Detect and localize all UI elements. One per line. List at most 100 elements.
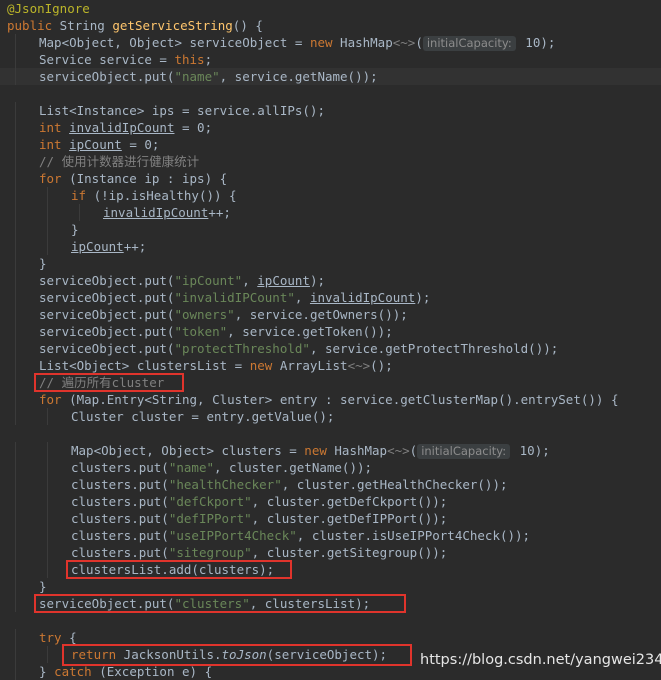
indent-guide bbox=[15, 442, 16, 459]
code-token: "defCkport" bbox=[168, 494, 252, 509]
code-token: ; bbox=[204, 52, 213, 67]
code-token: "owners" bbox=[174, 307, 235, 322]
code-token: List<Object> clustersList = bbox=[39, 358, 250, 373]
code-line: List<Object> clustersList = new ArrayLis… bbox=[0, 357, 661, 374]
code-token: serviceObject.put( bbox=[39, 324, 175, 339]
code-token: , service.getName()); bbox=[219, 69, 378, 84]
indent-guide bbox=[47, 646, 48, 663]
code-token: "name" bbox=[174, 69, 220, 84]
code-token: ++; bbox=[123, 239, 147, 254]
code-token: , service.getOwners()); bbox=[234, 307, 408, 322]
code-token: "token" bbox=[174, 324, 228, 339]
indent-guide bbox=[47, 544, 48, 561]
indent-guide bbox=[47, 527, 48, 544]
code-token: if bbox=[71, 188, 87, 203]
code-token: HashMap bbox=[326, 443, 388, 458]
code-line: @JsonIgnore bbox=[0, 0, 661, 17]
code-token: clusters.put( bbox=[71, 528, 169, 543]
indent-guide bbox=[15, 204, 16, 221]
code-token: "name" bbox=[168, 460, 214, 475]
code-token: (Instance ip : ips) { bbox=[61, 171, 228, 186]
code-token: Cluster cluster = entry.getValue(); bbox=[71, 409, 335, 424]
code-token: clusters.put( bbox=[71, 511, 169, 526]
indent-guide bbox=[15, 255, 16, 272]
code-token: ( bbox=[415, 35, 423, 50]
code-token: // 使用计数器进行健康统计 bbox=[39, 154, 200, 169]
code-token: <~> bbox=[387, 443, 410, 458]
code-token: int bbox=[39, 137, 62, 152]
code-token: invalidIpCount bbox=[103, 205, 209, 220]
code-token: , cluster.getDefCkport()); bbox=[251, 494, 448, 509]
code-line: clusters.put("useIPPort4Check", cluster.… bbox=[0, 527, 661, 544]
indent-guide bbox=[15, 306, 16, 323]
code-token: ); bbox=[415, 290, 431, 305]
indent-guide bbox=[47, 204, 48, 221]
indent-guide bbox=[15, 408, 16, 425]
indent-guide bbox=[15, 34, 16, 51]
code-line: serviceObject.put("invalidIPCount", inva… bbox=[0, 289, 661, 306]
code-token: ipCount bbox=[257, 273, 310, 288]
code-line: serviceObject.put("token", service.getTo… bbox=[0, 323, 661, 340]
code-token: , cluster.getHealthChecker()); bbox=[281, 477, 508, 492]
indent-guide bbox=[15, 238, 16, 255]
code-line: clusters.put("sitegroup", cluster.getSit… bbox=[0, 544, 661, 561]
code-line: clusters.put("defIPPort", cluster.getDef… bbox=[0, 510, 661, 527]
code-line: } bbox=[0, 221, 661, 238]
code-token: , cluster.getName()); bbox=[214, 460, 373, 475]
code-token: List<Instance> ips = service.allIPs(); bbox=[39, 103, 325, 118]
code-token: = 0; bbox=[174, 120, 213, 135]
code-token: 10); bbox=[517, 35, 556, 50]
indent-guide bbox=[15, 374, 16, 391]
indent-guide bbox=[15, 221, 16, 238]
code-line: for (Map.Entry<String, Cluster> entry : … bbox=[0, 391, 661, 408]
indent-guide bbox=[15, 68, 16, 85]
watermark-text: https://blog.csdn.net/yangwei234 bbox=[420, 652, 661, 668]
highlight-box-clusterslist-add bbox=[66, 560, 292, 579]
indent-guide bbox=[15, 646, 16, 663]
code-token: serviceObject.put( bbox=[39, 69, 175, 84]
code-line: Service service = this; bbox=[0, 51, 661, 68]
code-token: serviceObject.put( bbox=[39, 273, 175, 288]
code-line: ipCount++; bbox=[0, 238, 661, 255]
indent-guide bbox=[15, 272, 16, 289]
code-line: serviceObject.put("owners", service.getO… bbox=[0, 306, 661, 323]
code-line: clusters.put("name", cluster.getName()); bbox=[0, 459, 661, 476]
code-token: invalidIpCount bbox=[309, 290, 416, 305]
parameter-hint: initialCapacity: bbox=[417, 444, 511, 459]
code-token: (); bbox=[370, 358, 393, 373]
indent-guide bbox=[47, 459, 48, 476]
indent-guide bbox=[47, 476, 48, 493]
indent-guide bbox=[15, 595, 16, 612]
code-token: , cluster.getSitegroup()); bbox=[251, 545, 448, 560]
indent-guide bbox=[15, 136, 16, 153]
indent-guide bbox=[15, 510, 16, 527]
code-token: "healthChecker" bbox=[168, 477, 282, 492]
code-token: } bbox=[71, 222, 79, 237]
code-token: Map<Object, Object> serviceObject = bbox=[39, 35, 310, 50]
code-editor[interactable]: @JsonIgnore public String getServiceStrin… bbox=[0, 0, 661, 680]
code-line: Map<Object, Object> clusters = new HashM… bbox=[0, 442, 661, 459]
code-line: List<Instance> ips = service.allIPs(); bbox=[0, 102, 661, 119]
code-token: (Exception e) { bbox=[91, 664, 213, 679]
code-line: Map<Object, Object> serviceObject = new … bbox=[0, 34, 661, 51]
code-token: } bbox=[39, 664, 55, 679]
code-token: try bbox=[39, 630, 62, 645]
code-token: clusters.put( bbox=[71, 460, 169, 475]
code-line: clusters.put("healthChecker", cluster.ge… bbox=[0, 476, 661, 493]
code-token: serviceObject.put( bbox=[39, 290, 175, 305]
code-token: } bbox=[39, 256, 47, 271]
indent-guide bbox=[15, 527, 16, 544]
code-line: // 使用计数器进行健康统计 bbox=[0, 153, 661, 170]
indent-guide bbox=[15, 357, 16, 374]
code-token: () { bbox=[232, 18, 263, 33]
indent-guide bbox=[47, 187, 48, 204]
code-token: new bbox=[304, 443, 327, 458]
code-line: for (Instance ip : ips) { bbox=[0, 170, 661, 187]
code-token: @JsonIgnore bbox=[7, 1, 90, 16]
code-token: Map<Object, Object> clusters = bbox=[71, 443, 305, 458]
code-token: ( bbox=[409, 443, 418, 458]
code-line: serviceObject.put("protectThreshold", se… bbox=[0, 340, 661, 357]
code-line: int invalidIpCount = 0; bbox=[0, 119, 661, 136]
highlight-box-put-clusters bbox=[34, 594, 406, 613]
